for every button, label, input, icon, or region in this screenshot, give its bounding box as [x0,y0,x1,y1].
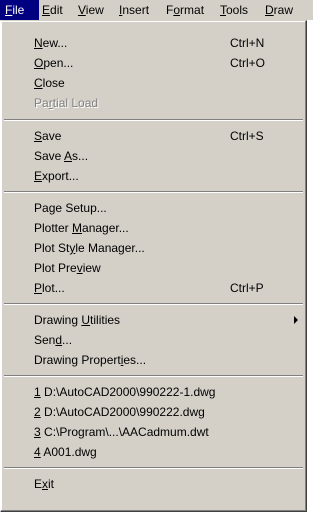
menu-item-open[interactable]: Open... Ctrl+O [3,53,304,73]
menu-separator [4,467,303,469]
menu-item-recent-file-3[interactable]: 3 C:\Program\...\AACadmum.dwt [3,422,304,442]
shortcut-label: Ctrl+P [230,281,264,295]
menubar-file[interactable]: File [0,0,39,20]
menu-item-label: 3 C:\Program\...\AACadmum.dwt [34,425,209,439]
submenu-arrow-icon [294,316,298,324]
menubar-draw[interactable]: Draw [260,0,298,20]
shortcut-label: Ctrl+N [230,36,265,50]
menu-item-label: Plotter Manager... [34,221,129,235]
menu-item-export[interactable]: Export... [3,166,304,186]
menu-item-label: Open... [34,56,74,70]
menu-separator [4,191,303,193]
menu-item-drawing-utilities[interactable]: Drawing Utilities [3,310,304,330]
menubar-format[interactable]: Format [161,0,209,20]
menu-item-close[interactable]: Close [3,73,304,93]
menu-item-drawing-properties[interactable]: Drawing Properties... [3,350,304,370]
menu-item-plot[interactable]: Plot... Ctrl+P [3,278,304,298]
menu-item-label: Plot Preview [34,261,101,275]
menu-separator [4,303,303,305]
menu-separator [4,119,303,121]
menu-item-plot-preview[interactable]: Plot Preview [3,258,304,278]
menu-item-label: 1 D:\AutoCAD2000\990222-1.dwg [34,385,216,399]
menubar-tools[interactable]: Tools [215,0,253,20]
menu-item-recent-file-1[interactable]: 1 D:\AutoCAD2000\990222-1.dwg [3,382,304,402]
menu-item-label: Partial Load [34,96,99,110]
menubar-insert[interactable]: Insert [114,0,154,20]
shortcut-label: Ctrl+O [230,56,266,70]
menu-item-plot-style-manager[interactable]: Plot Style Manager... [3,238,304,258]
menu-item-label: Save [34,129,62,143]
menu-item-label: Export... [34,169,79,183]
menu-item-label: Send... [34,333,73,347]
menu-item-label: Save As... [34,149,89,163]
menu-item-recent-file-4[interactable]: 4 A001.dwg [3,442,304,462]
menu-separator [4,375,303,377]
menu-item-label: 2 D:\AutoCAD2000\990222.dwg [34,405,205,419]
menu-item-label: Close [34,76,65,90]
menu-item-label: 4 A001.dwg [34,445,97,459]
menu-item-partial-load: Partial Load [3,93,304,113]
menu-bar: File Edit View Insert Format Tools Draw [0,0,313,20]
menu-item-label: Plot Style Manager... [34,241,145,255]
menubar-edit[interactable]: Edit [37,0,68,20]
menu-item-plotter-manager[interactable]: Plotter Manager... [3,218,304,238]
menu-item-label: Exit [34,477,55,491]
menubar-view[interactable]: View [73,0,109,20]
file-menu: New... Ctrl+N Open... Ctrl+O Close Parti… [0,20,307,512]
menu-item-exit[interactable]: Exit [3,474,304,494]
menu-item-label: Plot... [34,281,65,295]
menu-item-send[interactable]: Send... [3,330,304,350]
menu-item-page-setup[interactable]: Page Setup... [3,198,304,218]
shortcut-label: Ctrl+S [230,129,264,143]
menu-item-label: Page Setup... [34,201,107,215]
menu-item-recent-file-2[interactable]: 2 D:\AutoCAD2000\990222.dwg [3,402,304,422]
menu-item-new[interactable]: New... Ctrl+N [3,33,304,53]
menu-item-label: Drawing Utilities [34,313,121,327]
menu-item-label: New... [34,36,68,50]
menu-item-save-as[interactable]: Save As... [3,146,304,166]
menu-item-save[interactable]: Save Ctrl+S [3,126,304,146]
menu-item-label: Drawing Properties... [34,353,147,367]
